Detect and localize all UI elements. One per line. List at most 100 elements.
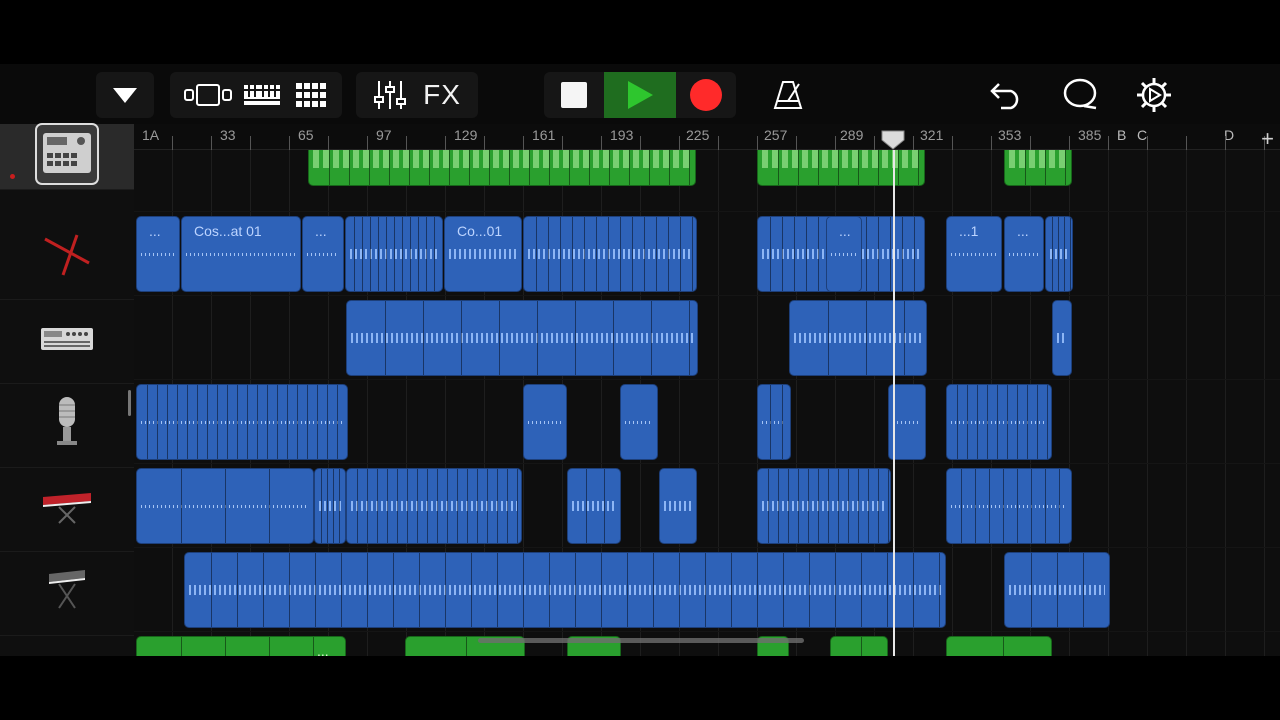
section-marker[interactable]: B [1117, 127, 1126, 143]
waveform [141, 253, 175, 256]
audio-region[interactable] [346, 300, 698, 376]
audio-region[interactable] [757, 468, 891, 544]
region-loop-divider [975, 469, 976, 543]
midi-region[interactable] [830, 636, 888, 656]
audio-region[interactable] [620, 384, 658, 460]
browser-dropdown-button[interactable] [96, 72, 154, 118]
track-header-6[interactable] [0, 552, 134, 636]
track-lane-3[interactable] [134, 296, 1280, 380]
audio-region[interactable]: ... [826, 216, 862, 292]
ruler-tick [1186, 136, 1187, 150]
undo-button[interactable] [980, 72, 1032, 118]
audio-region[interactable] [1052, 300, 1072, 376]
tracks-grid-view-icon[interactable] [242, 81, 282, 109]
region-loop-divider [449, 150, 450, 185]
region-loop-divider [409, 150, 410, 185]
region-loop-divider [1031, 469, 1032, 543]
undo-icon [990, 83, 1019, 110]
audio-region[interactable] [1004, 552, 1110, 628]
garageband-arrangement: FX 1A 33 65 97 129 161 193 225 257 289 3… [0, 64, 1280, 656]
midi-region[interactable] [308, 150, 696, 186]
region-loop-divider [434, 217, 435, 291]
audio-region[interactable] [136, 468, 314, 544]
region-loop-divider [442, 217, 443, 291]
region-loop-divider [967, 385, 968, 459]
region-loop-divider [429, 150, 430, 185]
audio-region[interactable] [523, 216, 697, 292]
track-header-5[interactable] [0, 468, 134, 552]
audio-region[interactable]: ... [136, 216, 180, 292]
ruler-tick [250, 136, 251, 150]
audio-region[interactable] [184, 552, 946, 628]
track-header-2[interactable] [0, 216, 134, 300]
track-header-4[interactable] [0, 384, 134, 468]
track-header-1[interactable] [0, 123, 134, 190]
metronome-button[interactable] [762, 72, 814, 118]
ruler-tick [718, 136, 719, 150]
live-loops-icon[interactable] [294, 81, 330, 109]
region-loop-divider [167, 385, 168, 459]
region-loop-divider [287, 385, 288, 459]
playhead[interactable] [893, 150, 895, 656]
settings-button[interactable] [1128, 72, 1180, 118]
audio-region[interactable]: ... [1004, 216, 1044, 292]
add-section-button[interactable]: + [1261, 126, 1274, 152]
region-loop-divider [327, 385, 328, 459]
region-loop-divider [818, 217, 819, 291]
audio-region[interactable] [314, 468, 346, 544]
region-loop-divider [197, 385, 198, 459]
fx-button[interactable]: FX [423, 79, 461, 111]
region-loop-divider [878, 217, 879, 291]
region-loop-divider [477, 469, 478, 543]
ruler-tick [1225, 136, 1226, 150]
stop-button[interactable] [544, 72, 604, 118]
region-loop-divider [536, 217, 537, 291]
audio-region[interactable] [789, 300, 927, 376]
region-loop-divider [499, 301, 500, 375]
region-loop-divider [466, 637, 467, 656]
synth-module-icon [40, 326, 94, 357]
audio-region[interactable] [345, 216, 443, 292]
horizontal-scrollbar[interactable] [478, 638, 804, 643]
audio-region[interactable] [946, 384, 1052, 460]
playhead-handle-icon[interactable] [881, 130, 905, 150]
midi-region[interactable] [757, 150, 925, 186]
mixer-icon[interactable] [373, 79, 407, 111]
region-loop-divider [426, 217, 427, 291]
audio-region[interactable]: Co...01 [444, 216, 522, 292]
region-loop-divider [768, 469, 769, 543]
waveform [319, 501, 341, 511]
audio-region[interactable] [523, 384, 567, 460]
ruler-tick [1069, 136, 1070, 150]
region-loop-divider [517, 469, 518, 543]
track-view-icon[interactable] [182, 81, 234, 109]
midi-region[interactable]: : [1004, 150, 1072, 186]
audio-region[interactable] [136, 384, 348, 460]
audio-region[interactable] [567, 468, 621, 544]
region-loop-divider [808, 469, 809, 543]
record-button[interactable] [676, 72, 736, 118]
audio-region[interactable] [757, 384, 791, 460]
track-lane-1[interactable] [134, 150, 1280, 212]
audio-region[interactable] [946, 468, 1072, 544]
midi-region[interactable]: ... [136, 636, 346, 656]
track-header-7[interactable] [0, 636, 134, 656]
section-marker[interactable]: C [1137, 127, 1147, 143]
ruler-bar-number: 97 [376, 127, 392, 143]
region-loop-divider [489, 150, 490, 185]
timeline-ruler[interactable]: 1A 33 65 97 129 161 193 225 257 289 321 353 385 B C D [134, 124, 1280, 150]
audio-region[interactable]: ... [302, 216, 344, 292]
audio-region[interactable] [659, 468, 697, 544]
ruler-bar-number: 289 [840, 127, 864, 143]
play-button[interactable] [604, 72, 676, 118]
audio-region[interactable]: ...1 [946, 216, 1002, 292]
track-header-3[interactable] [0, 300, 134, 384]
vertical-scrollbar[interactable] [128, 390, 131, 416]
audio-region[interactable] [1045, 216, 1073, 292]
audio-region[interactable]: Cos...at 01 [181, 216, 301, 292]
region-loop-divider [394, 217, 395, 291]
loop-browser-button[interactable] [1054, 72, 1106, 118]
midi-region[interactable]: ... [946, 636, 1052, 656]
audio-region[interactable] [346, 468, 522, 544]
tracks-area[interactable]: :... Cos...at 01... Co...01... ...1........… [134, 150, 1280, 656]
